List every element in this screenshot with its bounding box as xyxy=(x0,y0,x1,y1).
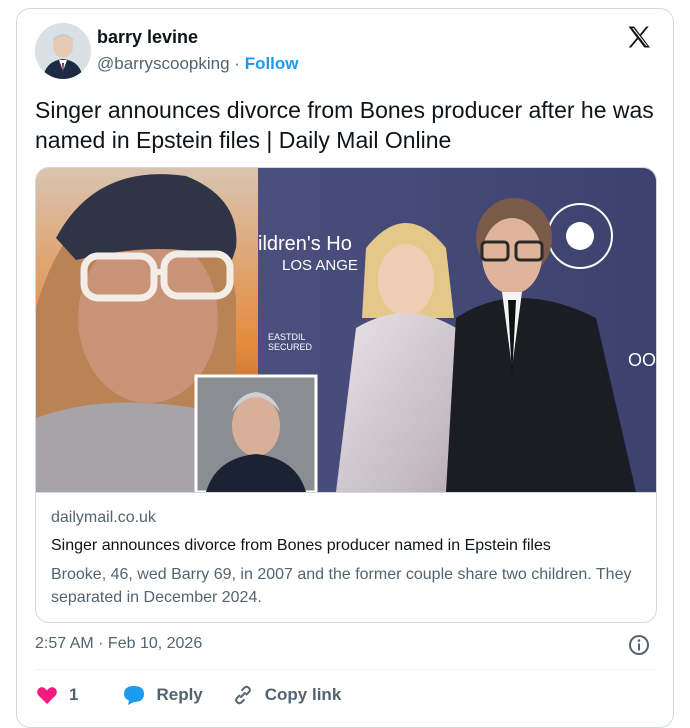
copy-link-label: Copy link xyxy=(264,685,342,704)
link-description: Brooke, 46, wed Barry 69, in 2007 and th… xyxy=(51,566,632,606)
svg-text:LOS ANGE: LOS ANGE xyxy=(282,257,358,274)
link-preview-meta: dailymail.co.uk Singer announces divorce… xyxy=(36,492,656,622)
avatar-image xyxy=(35,23,91,79)
follow-button[interactable]: Follow xyxy=(245,54,299,73)
svg-text:EASTDIL: EASTDIL xyxy=(268,332,306,342)
author-handle[interactable]: @barryscoopking xyxy=(97,54,230,73)
link-preview-image: ildren's Ho LOS ANGE EASTDIL SECURED OO xyxy=(36,168,656,492)
reply-label: Reply xyxy=(156,685,203,704)
divider xyxy=(35,669,655,670)
copy-link-button[interactable]: Copy link xyxy=(231,683,342,707)
author-name[interactable]: barry levine xyxy=(97,27,198,48)
author-handle-row: @barryscoopking · Follow xyxy=(97,54,299,74)
link-icon xyxy=(234,685,251,705)
like-button[interactable]: 1 xyxy=(35,683,78,707)
tweet-card: barry levine @barryscoopking · Follow Si… xyxy=(16,8,674,728)
link-domain: dailymail.co.uk xyxy=(51,509,156,526)
avatar[interactable] xyxy=(35,23,91,79)
svg-text:ildren's Ho: ildren's Ho xyxy=(258,233,352,255)
svg-text:OO: OO xyxy=(628,350,656,370)
svg-text:SECURED: SECURED xyxy=(268,342,313,352)
x-logo-icon[interactable] xyxy=(625,23,653,51)
info-icon[interactable] xyxy=(627,633,651,657)
post-text: Singer announces divorce from Bones prod… xyxy=(35,97,654,153)
heart-icon xyxy=(37,687,57,704)
post-timestamp[interactable]: 2:57 AM · Feb 10, 2026 xyxy=(35,635,202,653)
link-title: Singer announces divorce from Bones prod… xyxy=(51,537,551,554)
reply-button[interactable]: Reply xyxy=(122,683,203,707)
handle-separator: · xyxy=(234,54,240,73)
like-count: 1 xyxy=(69,685,79,704)
reply-bubble-icon xyxy=(124,686,145,705)
action-bar: 1 Reply Copy link xyxy=(35,679,341,711)
link-preview-card[interactable]: ildren's Ho LOS ANGE EASTDIL SECURED OO xyxy=(35,167,657,623)
